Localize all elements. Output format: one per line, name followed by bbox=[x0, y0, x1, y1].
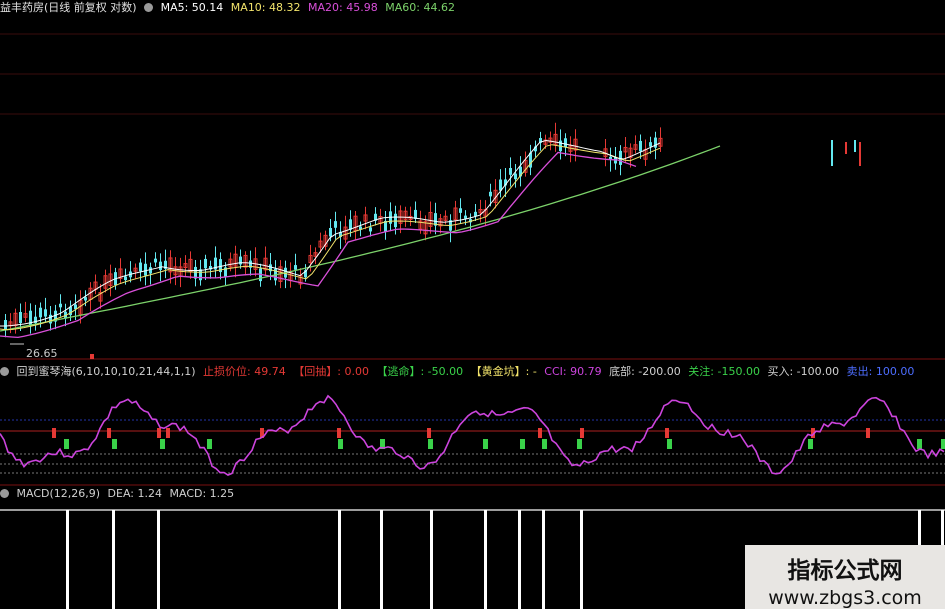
buy-value: 买入: -100.00 bbox=[767, 365, 840, 378]
pullback-mark bbox=[157, 428, 161, 438]
watermark-box: 指标公式网 www.zbgs3.com bbox=[745, 545, 945, 609]
macd-bar bbox=[542, 510, 545, 609]
candle-body bbox=[139, 262, 142, 272]
indicator-params: (6,10,10,10,21,44,1,1) bbox=[71, 365, 196, 378]
macd-bar bbox=[430, 510, 433, 609]
settings-circle-icon[interactable] bbox=[144, 3, 154, 12]
candle-body bbox=[369, 227, 372, 232]
candle-body bbox=[334, 221, 337, 228]
watch-value: 关注: -150.00 bbox=[688, 365, 760, 378]
macd-bar bbox=[66, 510, 69, 609]
candle-body bbox=[4, 320, 7, 330]
pullback-mark bbox=[580, 428, 584, 438]
bottom-value: 底部: -200.00 bbox=[609, 365, 681, 378]
candle-body bbox=[564, 138, 567, 148]
candle-body bbox=[394, 213, 397, 228]
candle-body bbox=[514, 173, 517, 180]
ma5-label: MA5: 50.14 bbox=[160, 1, 224, 14]
settings-circle-icon[interactable] bbox=[0, 489, 9, 498]
price-panel-header: 益丰药房(日线 前复权 对数) MA5: 50.14 MA10: 48.32 M… bbox=[0, 0, 459, 16]
candle-body bbox=[39, 307, 42, 318]
macd-header: MACD(12,26,9) DEA: 1.24 MACD: 1.25 bbox=[0, 486, 238, 502]
stop-price: 止损价位: 49.74 bbox=[203, 365, 286, 378]
escape-mark bbox=[483, 439, 488, 449]
escape-mark bbox=[428, 439, 433, 449]
watermark-title: 指标公式网 bbox=[787, 558, 903, 584]
sell-value: 卖出: 100.00 bbox=[846, 365, 915, 378]
escape-mark bbox=[520, 439, 525, 449]
candle-body bbox=[59, 303, 62, 308]
pullback-mark bbox=[52, 428, 56, 438]
macd-bar bbox=[112, 510, 115, 609]
escape-mark bbox=[542, 439, 547, 449]
price-chart[interactable]: 26.65 bbox=[0, 16, 945, 366]
macd-bar bbox=[338, 510, 341, 609]
dea-value: DEA: 1.24 bbox=[107, 487, 162, 500]
escape-mark bbox=[64, 439, 69, 449]
escape-value: 【逃命】: -50.00 bbox=[376, 365, 464, 378]
escape-mark bbox=[112, 439, 117, 449]
watermark-url: www.zbgs3.com bbox=[768, 587, 922, 609]
macd-bar bbox=[580, 510, 583, 609]
pullback-mark bbox=[337, 428, 341, 438]
macd-bar bbox=[484, 510, 487, 609]
escape-mark bbox=[808, 439, 813, 449]
indicator-chart[interactable] bbox=[0, 380, 945, 486]
golden-pit-value: 【黄金坑】: - bbox=[470, 365, 537, 378]
candle-body bbox=[84, 297, 87, 301]
candle-body bbox=[414, 209, 417, 219]
macd-bar bbox=[157, 510, 160, 609]
candle-body bbox=[329, 228, 332, 237]
pullback-mark bbox=[427, 428, 431, 438]
candle-body bbox=[49, 314, 52, 324]
candle-body bbox=[639, 140, 642, 152]
candle-body bbox=[124, 276, 127, 281]
candle-body bbox=[144, 263, 147, 276]
ma60-label: MA60: 44.62 bbox=[385, 1, 455, 14]
ma20-line bbox=[0, 151, 637, 339]
candle-body bbox=[509, 168, 512, 175]
candle-body bbox=[159, 261, 162, 270]
escape-mark bbox=[941, 439, 945, 449]
indicator-header: 回到蜜琴海(6,10,10,10,21,44,1,1) 止损价位: 49.74 … bbox=[0, 364, 918, 380]
candle-body bbox=[459, 208, 462, 213]
candle-body bbox=[19, 312, 22, 324]
candle-body bbox=[619, 150, 622, 165]
candle-body bbox=[489, 191, 492, 197]
escape-mark bbox=[667, 439, 672, 449]
pullback-mark bbox=[107, 428, 111, 438]
event-marker bbox=[90, 354, 94, 359]
candle-body bbox=[294, 265, 297, 270]
macd-bar bbox=[518, 510, 521, 609]
escape-mark bbox=[577, 439, 582, 449]
indicator-name[interactable]: 回到蜜琴海 bbox=[17, 365, 72, 378]
stock-title[interactable]: 益丰药房(日线 前复权 对数) bbox=[0, 1, 137, 14]
cci-line bbox=[0, 394, 945, 477]
ma10-label: MA10: 48.32 bbox=[230, 1, 301, 14]
pullback-mark bbox=[866, 428, 870, 438]
pullback-mark bbox=[538, 428, 542, 438]
candle-body bbox=[204, 258, 207, 269]
pullback-mark bbox=[665, 428, 669, 438]
cci-value: CCI: 90.79 bbox=[544, 365, 602, 378]
macd-bar bbox=[380, 510, 383, 609]
escape-mark bbox=[160, 439, 165, 449]
candle-body bbox=[474, 211, 477, 217]
ma20-label: MA20: 45.98 bbox=[308, 1, 378, 14]
candle-body bbox=[44, 309, 47, 317]
pullback-mark bbox=[166, 428, 170, 438]
escape-mark bbox=[338, 439, 343, 449]
macd-value: MACD: 1.25 bbox=[169, 487, 235, 500]
candle-body bbox=[464, 215, 467, 219]
macd-name[interactable]: MACD(12,26,9) bbox=[17, 487, 101, 500]
candle-body bbox=[649, 142, 652, 147]
pullback-value: 【回抽】: 0.00 bbox=[293, 365, 369, 378]
settings-circle-icon[interactable] bbox=[0, 367, 9, 376]
escape-mark bbox=[917, 439, 922, 449]
candle-body bbox=[154, 258, 157, 263]
candle-body bbox=[149, 267, 152, 274]
candle-body bbox=[199, 269, 202, 281]
low-price-label: 26.65 bbox=[26, 347, 58, 360]
escape-mark bbox=[207, 439, 212, 449]
